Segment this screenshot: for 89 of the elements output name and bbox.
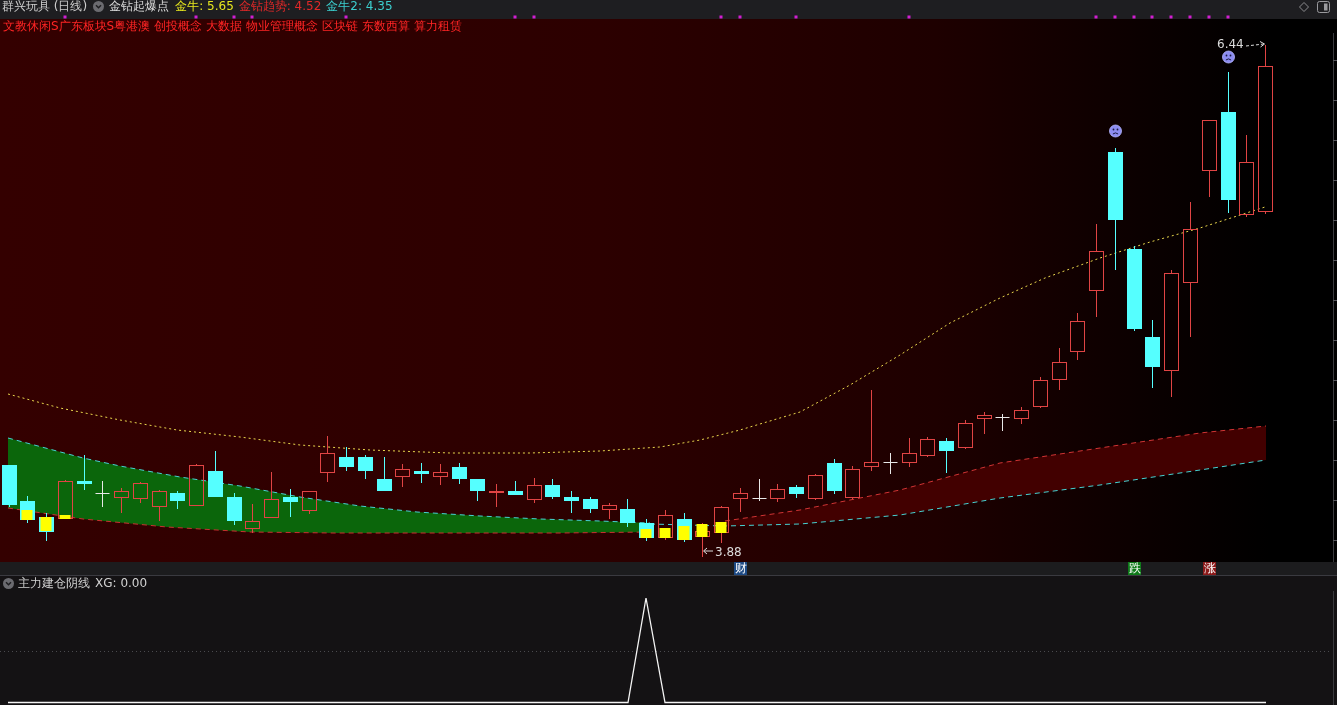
- concept-tag: 东数西算: [362, 19, 411, 33]
- signal-bar: [40, 517, 52, 531]
- candlestick: [227, 492, 242, 526]
- candlestick: [1070, 312, 1085, 361]
- panel-icon[interactable]: [1317, 0, 1330, 13]
- candlestick: [808, 473, 823, 501]
- candlestick: [414, 462, 429, 484]
- candlestick: [602, 502, 617, 520]
- signal-bar: [659, 528, 671, 538]
- signal-bar: [59, 515, 71, 519]
- candlestick: [564, 490, 579, 514]
- candlestick: [1145, 319, 1160, 389]
- candlestick: [320, 435, 335, 483]
- candlestick: [489, 483, 504, 508]
- candlestick: [264, 471, 279, 519]
- arrow-icon: [703, 547, 714, 555]
- arrow-icon: [1245, 41, 1265, 48]
- candlestick: [283, 488, 298, 518]
- indicator-value: 金钻趋势: 4.52: [238, 0, 322, 13]
- concept-tag: 大数据: [206, 19, 243, 33]
- candlestick: [433, 463, 448, 486]
- chevron-circle-icon[interactable]: [93, 1, 105, 12]
- candlestick: [95, 480, 110, 508]
- candlestick: [920, 436, 935, 458]
- candlestick: [583, 496, 598, 514]
- high-price-label: 6.44: [1217, 37, 1244, 51]
- stock-title: 群兴玩具 (日线): [2, 0, 88, 13]
- candlestick: [77, 454, 92, 491]
- candlestick: [695, 522, 710, 558]
- indicator-value: 金牛: 5.65: [175, 0, 234, 13]
- candlestick: [189, 463, 204, 507]
- candlestick: [133, 481, 148, 504]
- candlestick: [2, 464, 17, 508]
- chevron-circle-icon[interactable]: [3, 578, 14, 589]
- candlestick: [1033, 376, 1048, 409]
- candlestick: [395, 463, 410, 488]
- signal-bar: [678, 526, 690, 540]
- indicator-reading: XG: 0.00: [95, 576, 148, 591]
- candlestick: [302, 490, 317, 515]
- event-badge: 跌: [1128, 562, 1141, 575]
- candlestick: [977, 411, 992, 435]
- candlestick: [714, 505, 729, 544]
- indicator-title: 主力建仓阴线: [18, 576, 90, 591]
- candlestick: [508, 480, 523, 496]
- candlestick: [845, 465, 860, 500]
- candlestick: [545, 478, 560, 500]
- frown-face-icon: [1222, 50, 1235, 64]
- signal-bar: [696, 524, 708, 537]
- candlestick: [733, 487, 748, 513]
- candlestick: [770, 483, 785, 503]
- indicator-value: 金牛2: 4.35: [326, 0, 393, 13]
- concept-tag: 创投概念: [154, 19, 203, 33]
- candlestick: [620, 498, 635, 528]
- signal-bar: [640, 529, 652, 538]
- candlestick: [958, 419, 973, 450]
- candlestick: [902, 437, 917, 468]
- candlestick: [58, 479, 73, 520]
- candlestick: [995, 413, 1010, 432]
- signal-bar: [715, 522, 727, 533]
- low-price-label: 3.88: [715, 544, 742, 559]
- candlestick: [1052, 347, 1067, 391]
- candlestick: [208, 450, 223, 498]
- candlestick: [339, 446, 354, 472]
- candlestick: [789, 484, 804, 499]
- candlestick: [152, 489, 167, 522]
- candlestick: [752, 478, 767, 502]
- concept-tag: 区块链: [322, 19, 359, 33]
- candlestick: [939, 437, 954, 474]
- concept-tag: 文教休闲S广东板块S粤港澳: [3, 19, 151, 33]
- candlestick: [170, 490, 185, 510]
- candlestick: [883, 452, 898, 475]
- candlestick: [245, 503, 260, 534]
- candlestick: [377, 456, 392, 492]
- event-badge: 涨: [1203, 562, 1216, 575]
- candlestick: [658, 509, 673, 541]
- candlestick: [452, 462, 467, 485]
- candlestick: [827, 458, 842, 495]
- diamond-icon[interactable]: [1299, 1, 1309, 12]
- candlestick: [527, 477, 542, 504]
- candlestick: [1014, 406, 1029, 425]
- candlestick: [114, 487, 129, 514]
- event-badge: 财: [734, 562, 747, 575]
- candlestick: [358, 454, 373, 480]
- concept-tag: 算力租赁: [414, 19, 463, 33]
- signal-bar: [21, 510, 33, 520]
- indicator-name: 金钻起爆点: [109, 0, 170, 13]
- frown-face-icon: [1109, 124, 1122, 138]
- concept-tag: 物业管理概念: [246, 19, 319, 33]
- candlestick: [470, 478, 485, 502]
